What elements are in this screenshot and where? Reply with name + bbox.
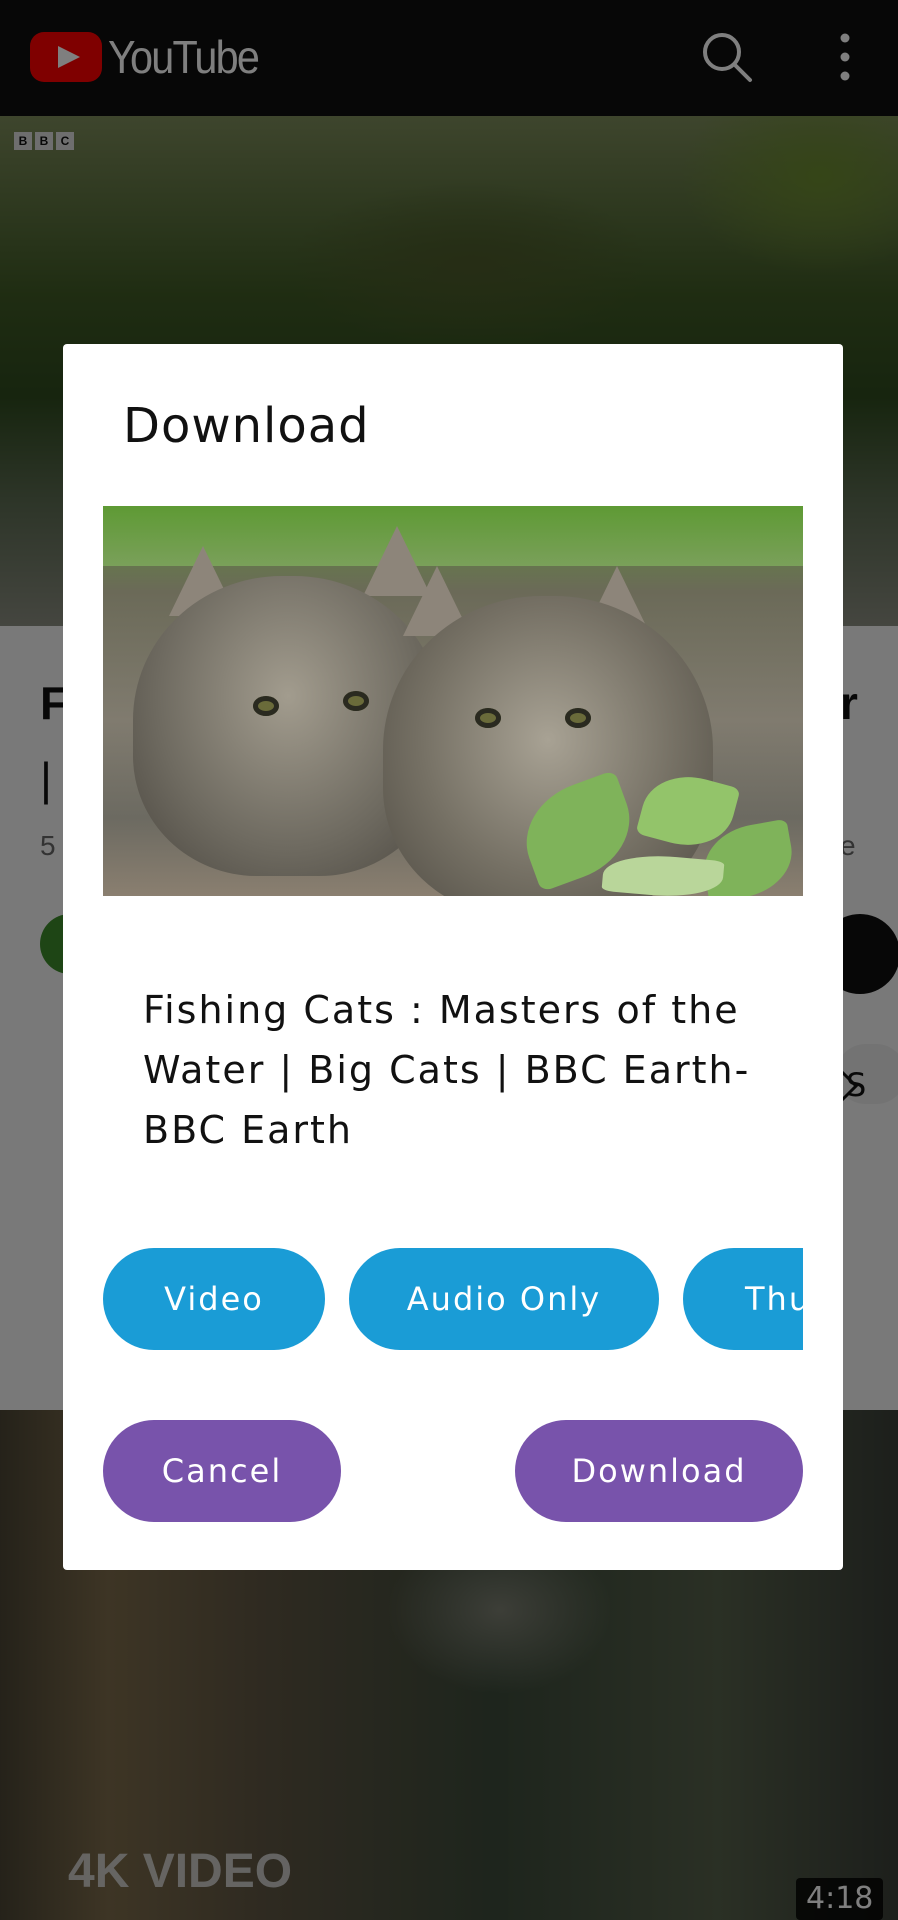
audio-only-option-button[interactable]: Audio Only xyxy=(349,1248,659,1350)
format-options: Video Audio Only Thu xyxy=(103,1248,803,1350)
video-option-button[interactable]: Video xyxy=(103,1248,325,1350)
video-title: Fishing Cats : Masters of the Water | Bi… xyxy=(143,988,751,1152)
video-thumbnail xyxy=(103,506,803,896)
dialog-title: Download xyxy=(123,398,370,454)
download-dialog: Download Fishing Cats : Masters of the W… xyxy=(63,344,843,1570)
thumbnail-option-button[interactable]: Thu xyxy=(683,1248,803,1350)
cancel-button[interactable]: Cancel xyxy=(103,1420,341,1522)
download-button[interactable]: Download xyxy=(515,1420,803,1522)
